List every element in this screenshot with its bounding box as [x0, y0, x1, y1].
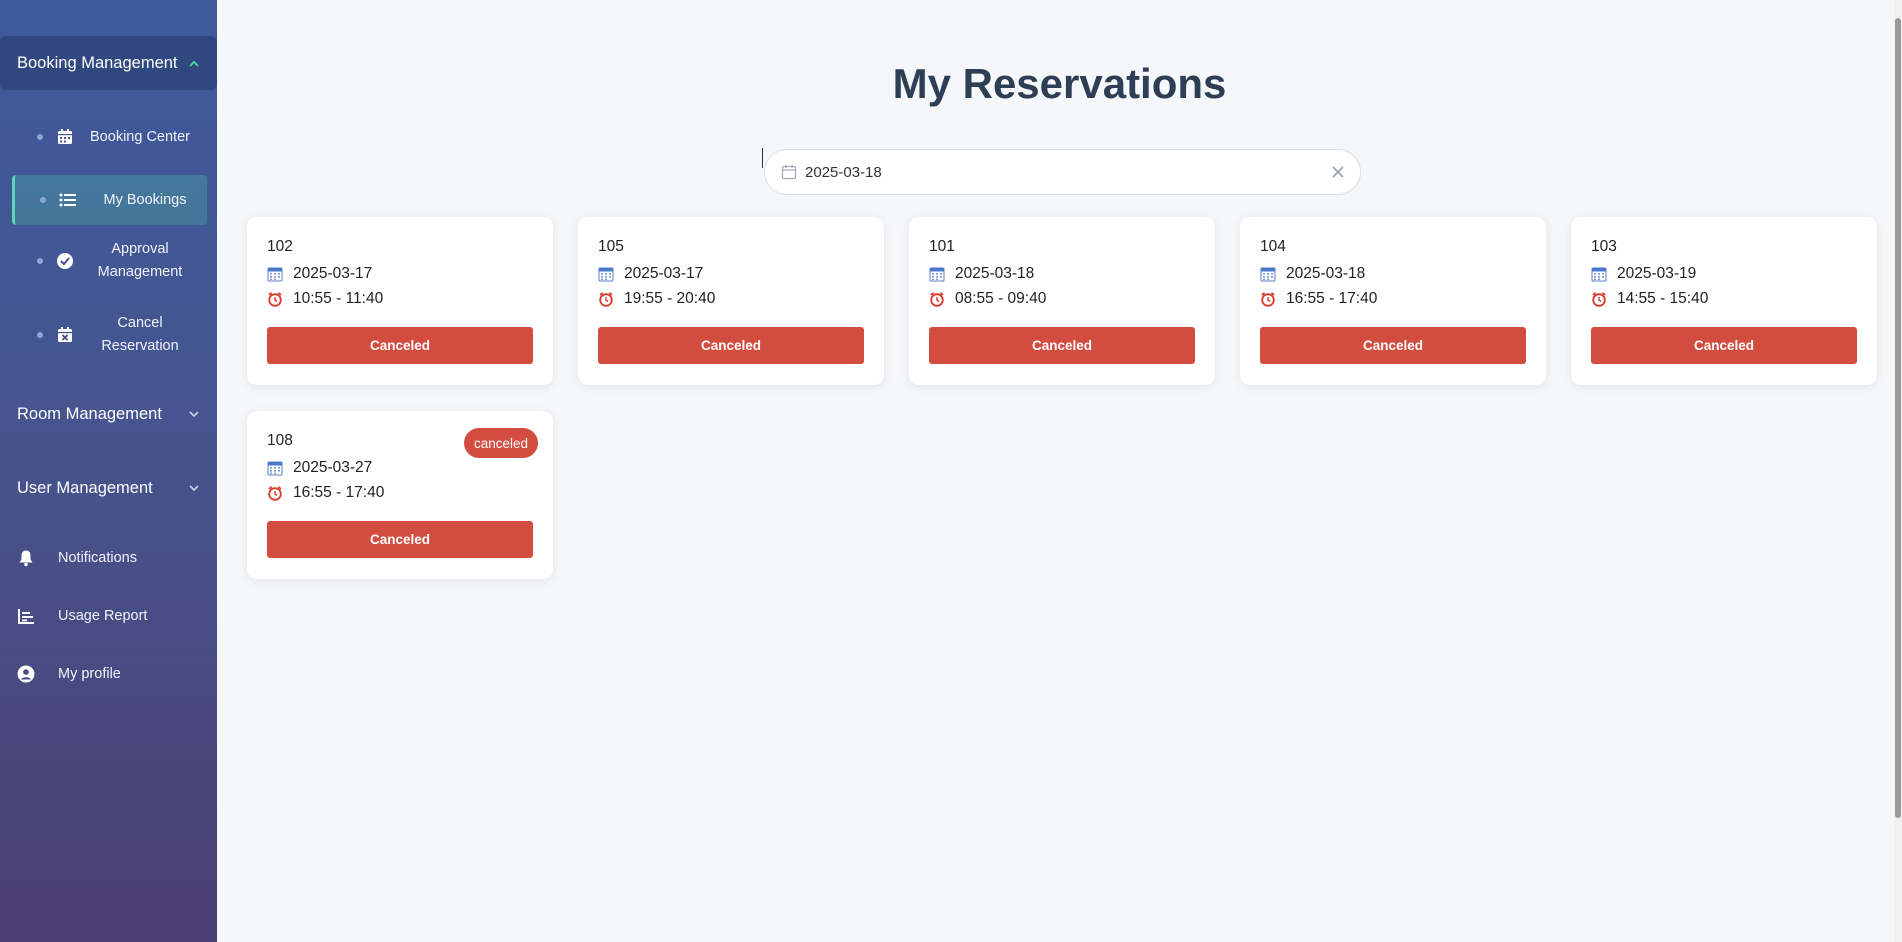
date-row: 2025-03-27: [267, 459, 372, 477]
room-number: 108: [267, 432, 293, 449]
sidebar-item-approval-management[interactable]: Approval Management: [12, 236, 207, 286]
reservation-card: 103 2025-03-19 14:55 - 15:40 Canceled: [1571, 217, 1877, 385]
sidebar-item-label: Cancel Reservation: [101, 315, 179, 354]
alarm-clock-icon: [267, 485, 283, 501]
menu-label: Room Management: [17, 404, 162, 423]
menu-label: Booking Management: [17, 53, 178, 72]
bullet-dot: [37, 134, 43, 140]
bullet-dot: [40, 197, 46, 203]
sidebar-item-label: My Bookings: [103, 191, 187, 208]
scrollbar-thumb[interactable]: [1895, 18, 1901, 818]
sidebar-item-label: Booking Center: [90, 128, 190, 145]
menu-room-management[interactable]: Room Management: [0, 387, 217, 441]
canceled-button[interactable]: Canceled: [1260, 327, 1526, 364]
alarm-clock-icon: [929, 291, 945, 307]
date-row: 2025-03-17: [598, 265, 703, 283]
reservation-card: 108 canceled 2025-03-27 16:55 - 17:40 Cancel…: [247, 411, 553, 579]
bell-icon: [15, 547, 37, 569]
text-cursor: [762, 148, 763, 168]
date-row: 2025-03-18: [929, 265, 1034, 283]
reservation-date: 2025-03-17: [624, 265, 704, 282]
bullet-dot: [37, 332, 43, 338]
reservation-time: 16:55 - 17:40: [1286, 290, 1378, 307]
canceled-button[interactable]: Canceled: [598, 327, 864, 364]
reservation-card: 105 2025-03-17 19:55 - 20:40 Canceled: [578, 217, 884, 385]
reservation-card: 104 2025-03-18 16:55 - 17:40 Canceled: [1240, 217, 1546, 385]
time-row: 10:55 - 11:40: [267, 290, 383, 308]
chevron-up-icon: [189, 56, 199, 70]
check-circle-icon: [54, 250, 76, 272]
time-row: 16:55 - 17:40: [1260, 290, 1377, 308]
bar-chart-icon: [15, 605, 37, 627]
calendar-icon: [267, 266, 283, 282]
room-number: 105: [598, 238, 624, 255]
chevron-down-icon: [189, 481, 199, 495]
reservation-date: 2025-03-18: [955, 265, 1035, 282]
sidebar: Booking Management Booking Center My Boo…: [0, 0, 217, 942]
list-icon: [57, 189, 79, 211]
reservation-card: 101 2025-03-18 08:55 - 09:40 Canceled: [909, 217, 1215, 385]
date-row: 2025-03-18: [1260, 265, 1365, 283]
sidebar-item-label: Approval Management: [97, 241, 183, 280]
calendar-icon: [929, 266, 945, 282]
reservation-date: 2025-03-19: [1617, 265, 1697, 282]
room-number: 103: [1591, 238, 1617, 255]
scrollbar[interactable]: [1894, 0, 1902, 942]
alarm-clock-icon: [1591, 291, 1607, 307]
room-number: 101: [929, 238, 955, 255]
date-row: 2025-03-17: [267, 265, 372, 283]
menu-label: User Management: [17, 478, 153, 497]
reservation-time: 08:55 - 09:40: [955, 290, 1047, 307]
calendar-icon: [54, 126, 76, 148]
calendar-outline-icon: [781, 164, 797, 185]
time-row: 08:55 - 09:40: [929, 290, 1046, 308]
nav-label: My profile: [58, 666, 121, 682]
reservation-date: 2025-03-18: [1286, 265, 1366, 282]
calendar-icon: [1260, 266, 1276, 282]
nav-notifications[interactable]: Notifications: [0, 538, 217, 578]
date-filter-input[interactable]: 2025-03-18: [764, 149, 1361, 195]
menu-booking-management[interactable]: Booking Management: [0, 36, 217, 90]
reservation-time: 19:55 - 20:40: [624, 290, 716, 307]
calendar-icon: [598, 266, 614, 282]
calendar-icon: [267, 460, 283, 476]
room-number: 104: [1260, 238, 1286, 255]
nav-usage-report[interactable]: Usage Report: [0, 596, 217, 636]
nav-my-profile[interactable]: My profile: [0, 654, 217, 694]
sidebar-item-my-bookings[interactable]: My Bookings: [12, 175, 207, 225]
alarm-clock-icon: [267, 291, 283, 307]
time-row: 19:55 - 20:40: [598, 290, 715, 308]
nav-label: Usage Report: [58, 608, 148, 624]
nav-label: Notifications: [58, 550, 137, 566]
date-filter-value: 2025-03-18: [805, 163, 882, 181]
sidebar-item-cancel-reservation[interactable]: Cancel Reservation: [12, 310, 207, 360]
room-number: 102: [267, 238, 293, 255]
status-badge: canceled: [463, 428, 538, 458]
time-row: 14:55 - 15:40: [1591, 290, 1708, 308]
reservation-date: 2025-03-17: [293, 265, 373, 282]
chevron-down-icon: [189, 407, 199, 421]
canceled-button[interactable]: Canceled: [267, 327, 533, 364]
calendar-icon: [1591, 266, 1607, 282]
date-row: 2025-03-19: [1591, 265, 1696, 283]
reservation-time: 10:55 - 11:40: [293, 290, 384, 307]
page-title: My Reservations: [892, 60, 1227, 107]
alarm-clock-icon: [1260, 291, 1276, 307]
menu-user-management[interactable]: User Management: [0, 461, 217, 515]
reservation-date: 2025-03-27: [293, 459, 373, 476]
sidebar-item-booking-center[interactable]: Booking Center: [12, 112, 207, 162]
calendar-x-icon: [54, 324, 76, 346]
time-row: 16:55 - 17:40: [267, 484, 384, 502]
reservation-card: 102 2025-03-17 10:55 - 11:40 Canceled: [247, 217, 553, 385]
close-icon[interactable]: [1332, 162, 1344, 183]
canceled-button[interactable]: Canceled: [1591, 327, 1857, 364]
reservation-time: 16:55 - 17:40: [293, 484, 385, 501]
bullet-dot: [37, 258, 43, 264]
reservation-time: 14:55 - 15:40: [1617, 290, 1709, 307]
user-circle-icon: [15, 663, 37, 685]
alarm-clock-icon: [598, 291, 614, 307]
canceled-button[interactable]: Canceled: [267, 521, 533, 558]
canceled-button[interactable]: Canceled: [929, 327, 1195, 364]
